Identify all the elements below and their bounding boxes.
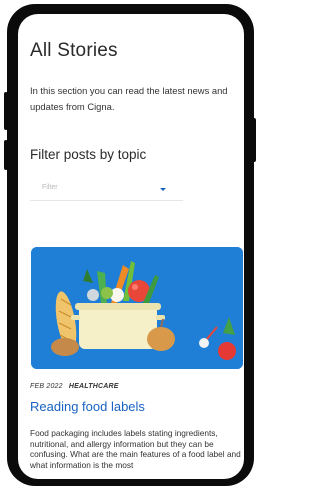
story-topic[interactable]: HEALTHCARE (69, 383, 119, 390)
story-excerpt: Food packaging includes labels stating i… (30, 428, 241, 470)
chevron-down-icon (160, 188, 166, 191)
filter-placeholder: Filter (42, 184, 58, 191)
volume-up-button (4, 92, 8, 130)
potato-icon (51, 338, 79, 356)
story-date: FEB 2022 (30, 383, 63, 390)
volume-down-button (4, 140, 8, 170)
power-button (252, 118, 256, 162)
story-hero-image[interactable] (31, 247, 243, 369)
story-title-link[interactable]: Reading food labels (30, 399, 145, 414)
food-illustration (31, 247, 243, 369)
page-intro: In this section you can read the latest … (30, 85, 228, 112)
phone-screen: All Stories In this section you can read… (18, 14, 244, 479)
page-title: All Stories (30, 40, 118, 61)
filter-heading: Filter posts by topic (30, 147, 147, 162)
story-meta: FEB 2022 HEALTHCARE (30, 383, 119, 390)
phone-frame: All Stories In this section you can read… (7, 4, 254, 486)
topic-filter-select[interactable]: Filter (30, 178, 183, 201)
